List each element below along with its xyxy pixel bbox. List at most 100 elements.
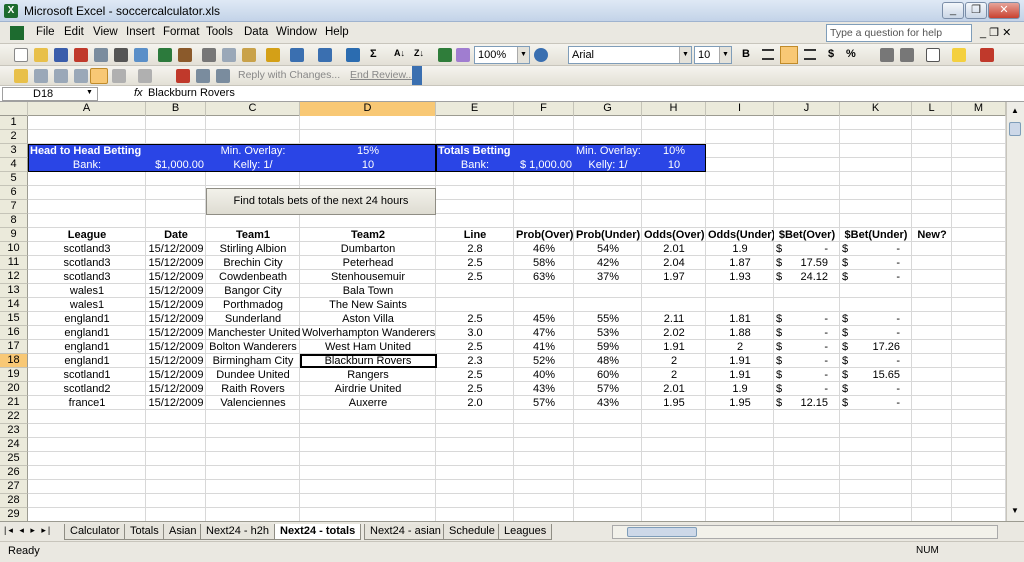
cell-e21[interactable]: 2.0 [436, 396, 514, 410]
bet-value[interactable]: - [774, 340, 840, 354]
cell-c17[interactable]: Bolton Wanderers [206, 340, 300, 354]
paste-icon[interactable] [242, 48, 256, 62]
tab-totals[interactable]: Totals [124, 524, 165, 540]
bet-value[interactable]: - [840, 396, 912, 410]
percent-button[interactable]: % [846, 48, 856, 60]
h2h-title[interactable]: Head to Head Betting [28, 144, 206, 158]
bet-value[interactable]: - [840, 242, 912, 256]
font-color-icon[interactable] [980, 48, 994, 62]
chevron-down-icon[interactable]: ▼ [86, 89, 93, 96]
cell-i19[interactable]: 1.91 [706, 368, 774, 382]
cell-e19[interactable]: 2.5 [436, 368, 514, 382]
end-review-button[interactable]: End Review... [350, 69, 414, 81]
cell-g14[interactable] [574, 298, 642, 312]
cell-b20[interactable]: 15/12/2009 [146, 382, 206, 396]
hyperlink-icon[interactable] [346, 48, 360, 62]
doc-window-controls[interactable]: _ ❐ ✕ [980, 26, 1011, 39]
totals-kelly-value[interactable]: 10 [642, 158, 706, 172]
bet-value[interactable]: - [774, 312, 840, 326]
bet-value[interactable]: - [840, 382, 912, 396]
menu-view[interactable]: View [93, 26, 118, 38]
cell-h17[interactable]: 1.91 [642, 340, 706, 354]
cell-a17[interactable]: england1 [28, 340, 146, 354]
cell-a14[interactable]: wales1 [28, 298, 146, 312]
cell-e16[interactable]: 3.0 [436, 326, 514, 340]
autosum-icon[interactable]: Σ [370, 48, 377, 60]
cell-c11[interactable]: Brechin City [206, 256, 300, 270]
cell-i11[interactable]: 1.87 [706, 256, 774, 270]
bet-value[interactable]: - [840, 256, 912, 270]
cell-h10[interactable]: 2.01 [642, 242, 706, 256]
cut-icon[interactable] [202, 48, 216, 62]
cell-f15[interactable]: 45% [514, 312, 574, 326]
ink-icon[interactable] [138, 69, 152, 83]
cell-i10[interactable]: 1.9 [706, 242, 774, 256]
cell-h11[interactable]: 2.04 [642, 256, 706, 270]
bet-value[interactable]: 12.15 [774, 396, 840, 410]
menu-format[interactable]: Format [163, 26, 199, 38]
row-header-8[interactable]: 8 [0, 214, 28, 228]
cell-b17[interactable]: 15/12/2009 [146, 340, 206, 354]
tab-schedule[interactable]: Schedule [443, 524, 501, 540]
save-icon[interactable] [54, 48, 68, 62]
cell-g11[interactable]: 42% [574, 256, 642, 270]
cell-f18[interactable]: 52% [514, 354, 574, 368]
row-header-3[interactable]: 3 [0, 144, 28, 158]
permission-icon[interactable] [74, 48, 88, 62]
help-search-input[interactable]: Type a question for help [826, 24, 972, 42]
bet-value[interactable]: - [774, 354, 840, 368]
header--bet-over-[interactable]: $Bet(Over) [774, 228, 840, 242]
cell-h13[interactable] [642, 284, 706, 298]
tab-scroll-icons[interactable]: |◂ ◂ ▸ ▸| [4, 525, 52, 536]
cell-i21[interactable]: 1.95 [706, 396, 774, 410]
cell-i14[interactable] [706, 298, 774, 312]
menu-window[interactable]: Window [276, 26, 317, 38]
cell-i18[interactable]: 1.91 [706, 354, 774, 368]
row-header-17[interactable]: 17 [0, 340, 28, 354]
row-header-23[interactable]: 23 [0, 424, 28, 438]
cell-i12[interactable]: 1.93 [706, 270, 774, 284]
cell-a18[interactable]: england1 [28, 354, 146, 368]
cell-b14[interactable]: 15/12/2009 [146, 298, 206, 312]
cell-c10[interactable]: Stirling Albion [206, 242, 300, 256]
copy-icon[interactable] [222, 48, 236, 62]
borders-icon[interactable] [926, 48, 940, 62]
menu-insert[interactable]: Insert [126, 26, 155, 38]
tab-asian[interactable]: Asian [163, 524, 203, 540]
cell-a15[interactable]: england1 [28, 312, 146, 326]
fx-icon[interactable]: fx [134, 87, 143, 99]
redo-icon[interactable] [318, 48, 332, 62]
cell-b13[interactable]: 15/12/2009 [146, 284, 206, 298]
bet-value[interactable]: - [840, 312, 912, 326]
cell-e20[interactable]: 2.5 [436, 382, 514, 396]
cell-i20[interactable]: 1.9 [706, 382, 774, 396]
cell-f12[interactable]: 63% [514, 270, 574, 284]
cell-f14[interactable] [514, 298, 574, 312]
undo-icon[interactable] [290, 48, 304, 62]
h2h-bank-value[interactable]: $1,000.00 [146, 158, 206, 172]
bold-button[interactable]: B [742, 48, 750, 60]
bet-value[interactable]: 17.59 [774, 256, 840, 270]
cell-g16[interactable]: 53% [574, 326, 642, 340]
bet-value[interactable]: - [774, 368, 840, 382]
hscroll-thumb[interactable] [627, 527, 697, 537]
cell-c15[interactable]: Sunderland [206, 312, 300, 326]
drawing-icon[interactable] [456, 48, 470, 62]
menu-help[interactable]: Help [325, 26, 349, 38]
minimize-icon[interactable]: _ [942, 2, 964, 19]
cell-h21[interactable]: 1.95 [642, 396, 706, 410]
cell-g21[interactable]: 43% [574, 396, 642, 410]
cell-f21[interactable]: 57% [514, 396, 574, 410]
bet-value[interactable]: - [840, 326, 912, 340]
row-header-10[interactable]: 10 [0, 242, 28, 256]
cell-c18[interactable]: Birmingham City [206, 354, 300, 368]
cell-d21[interactable]: Auxerre [300, 396, 436, 410]
increase-decimal-icon[interactable] [880, 48, 894, 62]
horizontal-scrollbar[interactable] [612, 525, 998, 539]
bet-value[interactable]: 17.26 [840, 340, 912, 354]
cell-f16[interactable]: 47% [514, 326, 574, 340]
cell-b10[interactable]: 15/12/2009 [146, 242, 206, 256]
row-header-12[interactable]: 12 [0, 270, 28, 284]
cell-i16[interactable]: 1.88 [706, 326, 774, 340]
row-header-22[interactable]: 22 [0, 410, 28, 424]
